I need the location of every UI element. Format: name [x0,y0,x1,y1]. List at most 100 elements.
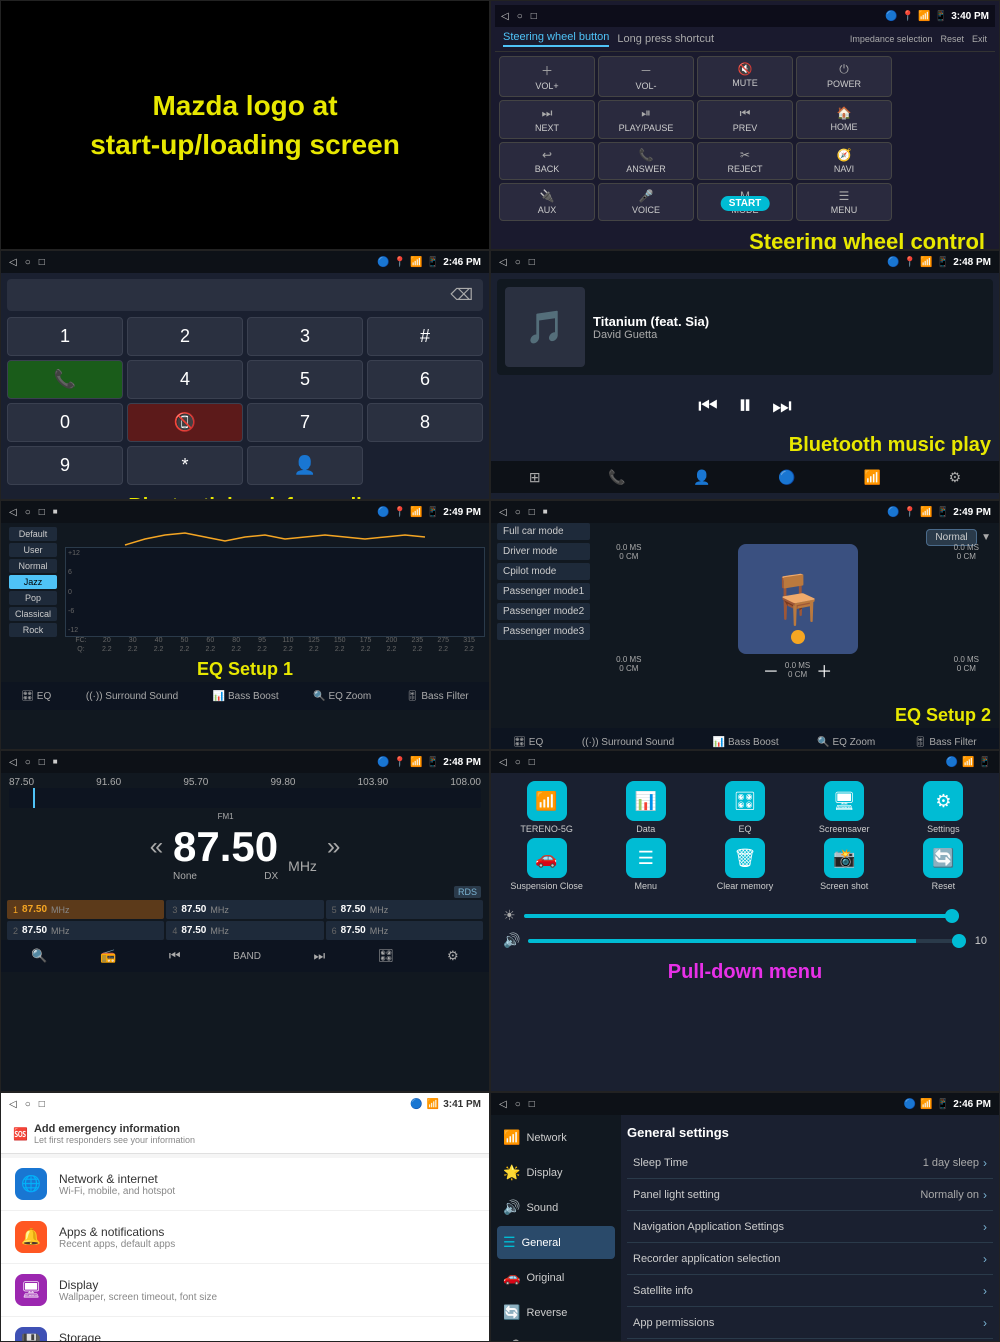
recent-7[interactable]: □ [39,757,45,768]
recent-8[interactable]: □ [529,757,535,768]
preset-jazz[interactable]: Jazz [9,575,57,589]
gen-menu-reverse[interactable]: 🔄 Reverse [497,1296,615,1329]
recent-6[interactable]: □ [529,507,535,518]
preset-normal[interactable]: Normal [9,559,57,573]
sw-navi[interactable]: 🧭NAVI [796,142,892,180]
preset-2[interactable]: 287.50MHz [7,921,164,940]
pd-clear[interactable]: 🗑 Clear memory [697,838,792,891]
mode-driver[interactable]: Driver mode [497,543,590,560]
pd-suspension[interactable]: 🚗 Suspension Close [499,838,594,891]
eq2-tab-zoom[interactable]: 🔍 EQ Zoom [817,737,875,748]
sw-reject[interactable]: ✂REJECT [697,142,793,180]
sw-mute[interactable]: 🔇MUTE [697,56,793,97]
preset-pop[interactable]: Pop [9,591,57,605]
radio-band-btn[interactable]: BAND [233,951,261,962]
back-8[interactable]: ◁ [499,757,507,768]
back-nav-icon[interactable]: ◁ [501,11,509,22]
gen-satellite[interactable]: Satellite info › [627,1276,993,1307]
sw-menu[interactable]: ☰MENU [796,183,892,221]
back-4[interactable]: ◁ [499,257,507,268]
gen-menu-general[interactable]: ☰ General [497,1226,615,1259]
eq2-tab-bass[interactable]: 📊 Bass Boost [713,737,779,748]
preset-classical[interactable]: Classical [9,607,57,621]
pd-screensaver[interactable]: 🖥 Screensaver [797,781,892,834]
dial-call-green[interactable]: 📞 [7,360,123,399]
nav-bt2-4[interactable]: 📶 [864,469,881,486]
gen-menu-sound[interactable]: 🔊 Sound [497,1191,615,1224]
setting-network[interactable]: 🌐 Network & internet Wi-Fi, mobile, and … [1,1158,489,1211]
sw-vol-minus[interactable]: －VOL- [598,56,694,97]
tab-impedance[interactable]: Impedance selection [850,34,933,44]
radio-settings-btn[interactable]: ⚙ [447,948,459,964]
back-9[interactable]: ◁ [9,1099,17,1110]
recent-icon-3[interactable]: □ [39,257,45,268]
gen-panel-light[interactable]: Panel light setting Normally on › [627,1180,993,1211]
radio-prev-btn[interactable]: ⏮ [169,948,181,964]
dial-8[interactable]: 8 [367,403,483,442]
dial-call-red[interactable]: 📵 [127,403,243,442]
home-nav-icon[interactable]: ○ [517,11,523,22]
dial-3[interactable]: 3 [247,317,363,356]
dropdown-icon[interactable]: ▼ [981,532,991,543]
preset-3[interactable]: 387.50MHz [166,900,323,919]
radio-eq-btn[interactable]: 🎛 [378,948,395,964]
pd-settings[interactable]: ⚙ Settings [896,781,991,834]
eq1-tab-eq[interactable]: 🎛 EQ [21,691,51,702]
back-10[interactable]: ◁ [499,1099,507,1110]
home-icon-3[interactable]: ○ [25,257,31,268]
eq2-minus[interactable]: － [763,658,779,682]
eq2-tab-eq[interactable]: 🎛 EQ [513,737,543,748]
dial-6[interactable]: 6 [367,360,483,399]
tab-reset[interactable]: Reset [940,34,964,44]
eq1-tab-bass[interactable]: 📊 Bass Boost [213,691,279,702]
nav-settings-4[interactable]: ⚙ [949,469,962,486]
radio-search-btn[interactable]: 🔍 [31,948,47,964]
radio-tune-btn[interactable]: 📻 [100,948,116,964]
sw-power[interactable]: ⏻POWER [796,56,892,97]
preset-6[interactable]: 687.50MHz [326,921,483,940]
preset-user[interactable]: User [9,543,57,557]
nav-phone-4[interactable]: 📞 [608,469,625,486]
eq1-tab-zoom[interactable]: 🔍 EQ Zoom [313,691,371,702]
recent-9[interactable]: □ [39,1099,45,1110]
sw-next[interactable]: ⏭NEXT [499,100,595,139]
setting-display[interactable]: 🖥 Display Wallpaper, screen timeout, fon… [1,1264,489,1317]
back-6[interactable]: ◁ [499,507,507,518]
dial-2[interactable]: 2 [127,317,243,356]
freq-down-btn[interactable]: « [150,833,163,861]
mode-pass2[interactable]: Passenger mode2 [497,603,590,620]
preset-1[interactable]: 187.50MHz [7,900,164,919]
dial-7[interactable]: 7 [247,403,363,442]
radio-slider[interactable] [9,788,481,808]
dial-9[interactable]: 9 [7,446,123,485]
freq-up-btn[interactable]: » [327,833,340,861]
tab-sw-button[interactable]: Steering wheel button [503,31,609,47]
dial-1[interactable]: 1 [7,317,123,356]
sw-home[interactable]: 🏠HOME [796,100,892,139]
pd-menu[interactable]: ☰ Menu [598,838,693,891]
recent-5[interactable]: □ [39,507,45,518]
gen-sleep-time[interactable]: Sleep Time 1 day sleep › [627,1148,993,1179]
prev-btn[interactable]: ⏮ [698,393,718,419]
recent-4[interactable]: □ [529,257,535,268]
gen-app-permissions[interactable]: App permissions › [627,1308,993,1339]
eq1-tab-filter[interactable]: 🎚 Bass Filter [406,691,469,702]
setting-apps[interactable]: 🔔 Apps & notifications Recent apps, defa… [1,1211,489,1264]
nav-contacts-4[interactable]: 👤 [693,469,710,486]
back-7[interactable]: ◁ [9,757,17,768]
tab-exit[interactable]: Exit [972,34,987,44]
dial-contact[interactable]: 👤 [247,446,363,485]
gen-menu-display[interactable]: 🌟 Display [497,1156,615,1189]
mode-pass1[interactable]: Passenger mode1 [497,583,590,600]
mode-fullcar[interactable]: Full car mode [497,523,590,540]
eq1-tab-surround[interactable]: ((·)) Surround Sound [86,691,178,702]
gen-nav-app[interactable]: Navigation Application Settings › [627,1212,993,1243]
dial-star[interactable]: * [127,446,243,485]
sw-play-pause[interactable]: ⏯PLAY/PAUSE [598,100,694,139]
eq2-plus[interactable]: ＋ [816,658,832,682]
pd-eq[interactable]: 🎛 EQ [697,781,792,834]
volume-slider[interactable] [528,939,959,943]
sw-vol-plus[interactable]: ＋VOL+ [499,56,595,97]
back-5[interactable]: ◁ [9,507,17,518]
preset-rock[interactable]: Rock [9,623,57,637]
